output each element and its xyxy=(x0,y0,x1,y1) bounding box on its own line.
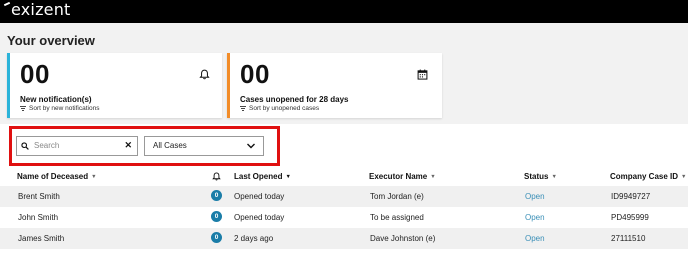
company-case-id: 27111510 xyxy=(611,234,646,243)
column-label: Executor Name xyxy=(369,172,428,181)
clear-search-icon[interactable]: ✕ xyxy=(124,140,132,151)
unopened-label: Cases unopened for 28 days xyxy=(240,95,349,104)
logo-mark xyxy=(3,1,11,7)
card-accent xyxy=(7,53,10,118)
top-bar: exizent xyxy=(0,0,688,23)
logo-text: exizent xyxy=(11,0,71,19)
table-row[interactable]: John Smith 0 Opened today To be assigned… xyxy=(0,207,688,228)
column-header-name[interactable]: Name of Deceased ▼ xyxy=(17,172,97,181)
notifications-count: 00 xyxy=(20,59,50,89)
notification-count-badge: 0 xyxy=(211,211,222,222)
notifications-card: 00 New notification(s) Sort by new notif… xyxy=(7,53,222,118)
company-case-id: PD495999 xyxy=(611,213,649,222)
table-row[interactable]: Brent Smith 0 Opened today Tom Jordan (e… xyxy=(0,186,688,207)
column-label: Last Opened xyxy=(234,172,283,181)
sort-caret-icon: ▼ xyxy=(285,173,291,180)
notifications-column-bell-icon xyxy=(212,172,221,181)
search-input[interactable]: Search ✕ xyxy=(16,136,138,156)
executor-name: Dave Johnston (e) xyxy=(370,234,436,243)
case-filter-select[interactable]: All Cases xyxy=(144,136,264,156)
deceased-name: Brent Smith xyxy=(18,192,60,201)
search-icon xyxy=(21,142,29,150)
app-logo[interactable]: exizent xyxy=(3,0,71,20)
unopened-count: 00 xyxy=(240,59,270,89)
last-opened: Opened today xyxy=(234,213,285,222)
last-opened: Opened today xyxy=(234,192,285,201)
sort-label: Sort by unopened cases xyxy=(249,105,320,112)
sort-by-unopened-link[interactable]: Sort by unopened cases xyxy=(240,105,319,112)
company-case-id: ID9949727 xyxy=(611,192,651,201)
status-link[interactable]: Open xyxy=(525,192,545,201)
search-placeholder: Search xyxy=(34,141,60,150)
bell-icon xyxy=(199,69,210,80)
case-filter-value: All Cases xyxy=(153,141,187,150)
column-label: Status xyxy=(524,172,549,181)
sort-caret-icon: ▼ xyxy=(551,173,557,180)
page-title: Your overview xyxy=(7,33,95,48)
status-link[interactable]: Open xyxy=(525,213,545,222)
sort-caret-icon: ▼ xyxy=(681,173,687,180)
column-label: Name of Deceased xyxy=(17,172,89,181)
notifications-label: New notification(s) xyxy=(20,95,92,104)
column-header-executor[interactable]: Executor Name ▼ xyxy=(369,172,436,181)
sort-caret-icon: ▼ xyxy=(91,173,97,180)
notification-count-badge: 0 xyxy=(211,190,222,201)
last-opened: 2 days ago xyxy=(234,234,274,243)
calendar-icon xyxy=(417,69,428,80)
sort-icon xyxy=(20,106,26,111)
card-accent xyxy=(227,53,230,118)
unopened-cases-card: 00 Cases unopened for 28 days Sort by un… xyxy=(227,53,442,118)
column-header-last-opened[interactable]: Last Opened ▼ xyxy=(234,172,291,181)
column-header-status[interactable]: Status ▼ xyxy=(524,172,557,181)
status-link[interactable]: Open xyxy=(525,234,545,243)
sort-by-notifications-link[interactable]: Sort by new notifications xyxy=(20,105,99,112)
notification-count-badge: 0 xyxy=(211,232,222,243)
sort-label: Sort by new notifications xyxy=(29,105,100,112)
executor-name: To be assigned xyxy=(370,213,424,222)
table-row[interactable]: James Smith 0 2 days ago Dave Johnston (… xyxy=(0,228,688,249)
sort-icon xyxy=(240,106,246,111)
column-label: Company Case ID xyxy=(610,172,679,181)
deceased-name: John Smith xyxy=(18,213,59,222)
sort-caret-icon: ▼ xyxy=(430,173,436,180)
column-header-company-id[interactable]: Company Case ID ▼ xyxy=(610,172,686,181)
executor-name: Tom Jordan (e) xyxy=(370,192,424,201)
deceased-name: James Smith xyxy=(18,234,65,243)
chevron-down-icon xyxy=(247,143,255,149)
